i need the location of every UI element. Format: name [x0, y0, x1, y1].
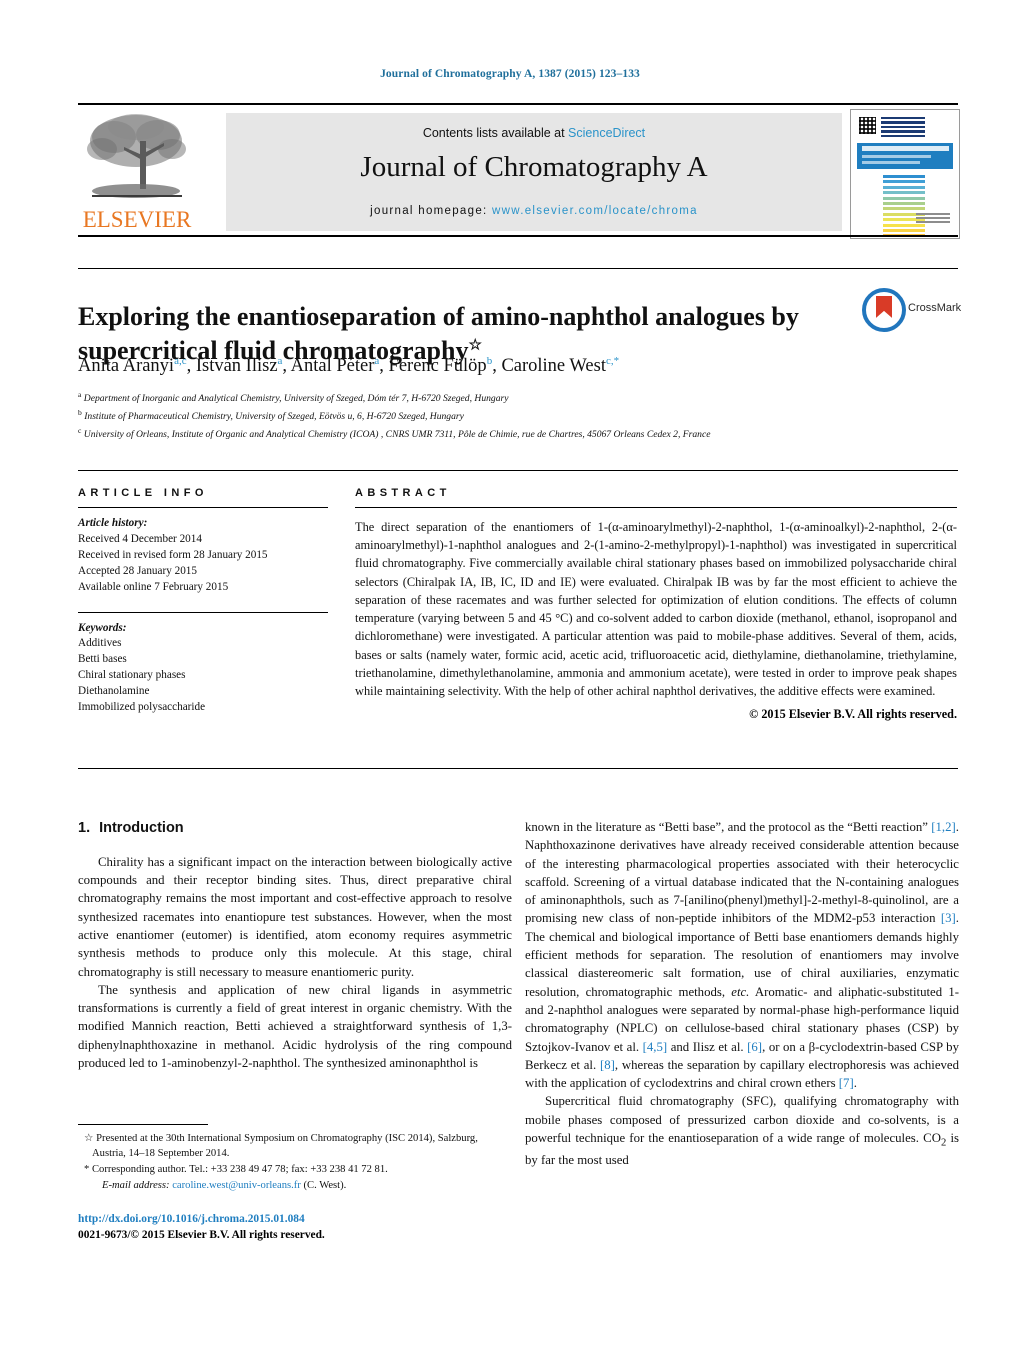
history-revised: Received in revised form 28 January 2015	[78, 548, 268, 561]
journal-cover-thumbnail	[850, 109, 960, 239]
keywords-rule	[78, 611, 328, 613]
author-4-affiliation-marker: b	[486, 355, 493, 367]
section-heading-introduction: 1. Introduction	[78, 818, 512, 839]
journal-title: Journal of Chromatography A	[360, 151, 708, 183]
author-5-affiliation-marker: c,*	[605, 355, 620, 367]
footer-block: http://dx.doi.org/10.1016/j.chroma.2015.…	[78, 1212, 512, 1243]
title-top-rule	[78, 268, 958, 269]
author-list: Anita Aranyia,c, István Ilisza, Antal Pé…	[78, 355, 620, 377]
author-2-affiliation-marker: a	[277, 355, 283, 367]
abstract-copyright: © 2015 Elsevier B.V. All rights reserved…	[749, 707, 957, 722]
homepage-prefix: journal homepage:	[370, 205, 493, 217]
footnote-corresponding-author: * Corresponding author. Tel.: +33 238 49…	[84, 1164, 388, 1176]
article-history-label: Article history:	[78, 517, 148, 529]
keyword-item: Additives	[78, 637, 122, 650]
contents-prefix: Contents lists available at	[422, 126, 569, 140]
cover-footer-lines	[916, 213, 950, 229]
cover-spectrum-bars	[883, 175, 925, 238]
citation-link-4-5[interactable]: [4,5]	[643, 1040, 668, 1054]
elsevier-tree-icon	[84, 111, 190, 207]
section-number: 1.	[78, 820, 91, 836]
citation-link-3[interactable]: [3]	[941, 911, 956, 925]
elsevier-wordmark: ELSEVIER	[82, 207, 192, 232]
title-footnote-marker: ☆	[468, 337, 482, 354]
article-history-block: Article history: Received 4 December 201…	[78, 516, 328, 596]
footnote-asterisk-marker: *	[84, 1164, 90, 1176]
history-online: Available online 7 February 2015	[78, 580, 229, 593]
keyword-item: Chiral stationary phases	[78, 669, 186, 682]
body-column-right: known in the literature as “Betti base”,…	[525, 818, 959, 1169]
cover-top-bars	[881, 117, 925, 139]
history-received: Received 4 December 2014	[78, 532, 202, 545]
journal-homepage-link[interactable]: www.elsevier.com/locate/chroma	[492, 205, 698, 217]
intro-paragraph-2: The synthesis and application of new chi…	[78, 982, 512, 1070]
keyword-item: Diethanolamine	[78, 685, 150, 698]
doi-link[interactable]: http://dx.doi.org/10.1016/j.chroma.2015.…	[78, 1212, 512, 1228]
email-link[interactable]: caroline.west@univ-orleans.fr	[172, 1180, 301, 1191]
affiliation-c: c University of Orleans, Institute of Or…	[78, 426, 711, 441]
info-top-rule	[78, 470, 958, 471]
crossmark-label: CrossMark	[908, 302, 962, 314]
keyword-item: Betti bases	[78, 653, 127, 666]
article-page: Journal of Chromatography A, 1387 (2015)…	[0, 0, 1020, 1351]
abstract-text: The direct separation of the enantiomers…	[355, 520, 957, 699]
author-3: Antal Pétera	[290, 355, 380, 377]
abstract-bottom-rule	[78, 768, 958, 769]
article-info-rule	[78, 507, 328, 508]
email-label: E-mail address:	[102, 1180, 170, 1192]
abstract-section: ABSTRACT The direct separation of the en…	[355, 487, 957, 722]
cover-title-band	[857, 143, 953, 169]
footnote-rule	[78, 1124, 208, 1125]
running-head: Journal of Chromatography A, 1387 (2015)…	[380, 68, 640, 80]
keywords-label: Keywords:	[78, 621, 127, 634]
sciencedirect-link[interactable]: ScienceDirect	[568, 126, 645, 140]
footnote-symposium: ☆ Presented at the 30th International Sy…	[84, 1133, 478, 1160]
author-4: Ferenc Fülöpb	[388, 355, 493, 377]
author-5: Caroline Westc,*	[501, 355, 620, 377]
contents-available-line: Contents lists available at ScienceDirec…	[226, 126, 842, 140]
footnote-star-marker: ☆	[84, 1133, 94, 1144]
body-column-left: 1. Introduction Chirality has a significa…	[78, 818, 512, 1072]
keywords-block: Keywords: Additives Betti bases Chiral s…	[78, 621, 328, 716]
journal-masthead: ELSEVIER Contents lists available at Sci…	[78, 103, 960, 239]
cover-inner	[857, 115, 953, 238]
email-suffix: (C. West).	[303, 1180, 347, 1192]
cover-qr-icon	[859, 117, 876, 134]
abstract-rule	[355, 507, 957, 508]
footnote-block: ☆ Presented at the 30th International Sy…	[78, 1124, 512, 1194]
issn-copyright-line: 0021-9673/© 2015 Elsevier B.V. All right…	[78, 1228, 325, 1241]
intro-paragraph-1: Chirality has a significant impact on th…	[78, 854, 512, 979]
citation-link-8[interactable]: [8]	[600, 1058, 615, 1072]
author-1: Anita Aranyia,c	[78, 355, 187, 377]
crossmark-badge[interactable]: CrossMark	[862, 288, 962, 336]
history-accepted: Accepted 28 January 2015	[78, 564, 197, 577]
affiliation-list: a Department of Inorganic and Analytical…	[78, 389, 878, 443]
citation-link-1-2[interactable]: [1,2]	[931, 820, 956, 834]
author-2: István Ilisza	[195, 355, 283, 377]
masthead-band: Contents lists available at ScienceDirec…	[226, 113, 842, 231]
citation-link-7[interactable]: [7]	[839, 1076, 854, 1090]
article-info-section: ARTICLE INFO Article history: Received 4…	[78, 487, 328, 716]
masthead-bottom-rule	[78, 235, 958, 237]
abstract-heading: ABSTRACT	[355, 487, 451, 499]
citation-link-6[interactable]: [6]	[747, 1040, 762, 1054]
author-3-affiliation-marker: a	[374, 355, 380, 367]
section-title: Introduction	[99, 820, 184, 836]
footnote-email-line: E-mail address: caroline.west@univ-orlea…	[78, 1178, 512, 1193]
affiliation-a: a Department of Inorganic and Analytical…	[78, 390, 509, 405]
etc-italic: etc.	[731, 984, 750, 999]
keyword-item: Immobilized polysaccharide	[78, 701, 206, 714]
journal-homepage-line: journal homepage: www.elsevier.com/locat…	[226, 205, 842, 217]
affiliation-b: b Institute of Pharmaceutical Chemistry,…	[78, 408, 464, 423]
intro-paragraph-4: Supercritical fluid chromatography (SFC)…	[525, 1094, 959, 1167]
intro-paragraph-3: known in the literature as “Betti base”,…	[525, 820, 959, 1091]
article-info-heading: ARTICLE INFO	[78, 487, 208, 499]
crossmark-icon	[862, 288, 906, 332]
elsevier-logo: ELSEVIER	[78, 111, 196, 235]
author-1-affiliation-marker: a,c	[174, 355, 187, 367]
